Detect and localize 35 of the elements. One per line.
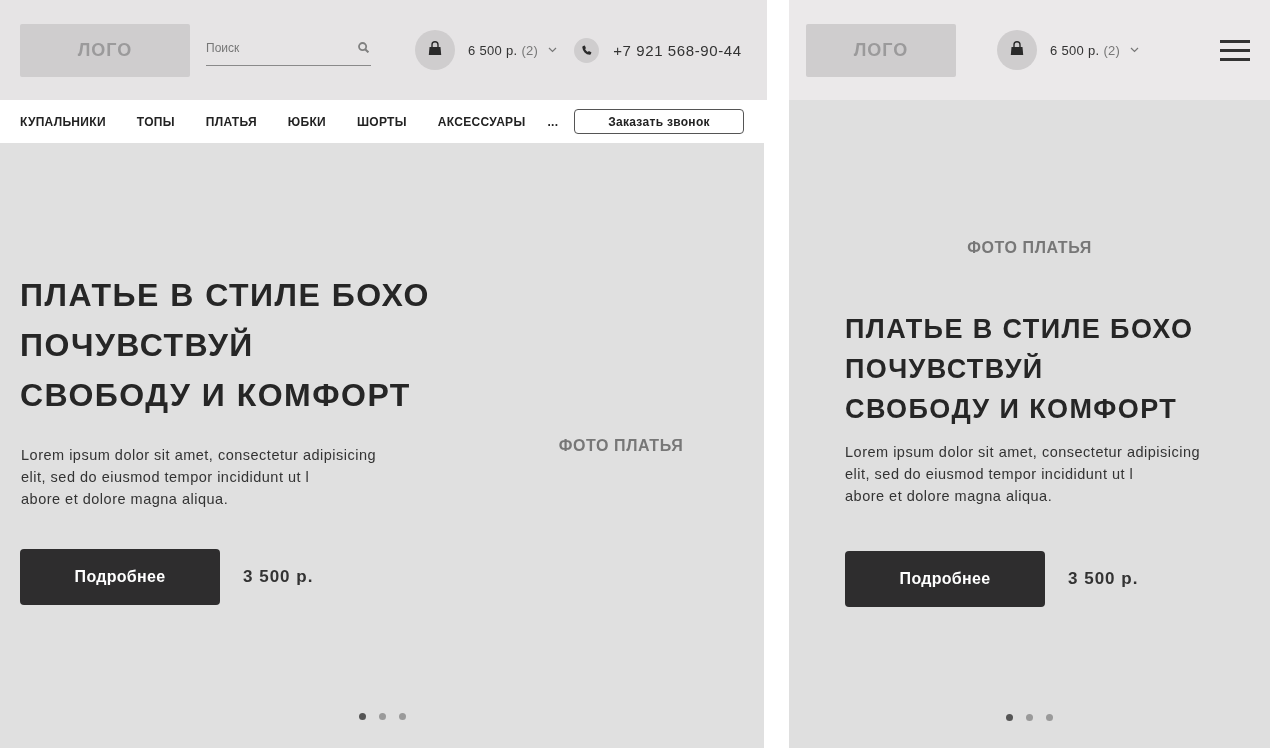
carousel-dot[interactable] xyxy=(1026,714,1033,721)
search-icon[interactable] xyxy=(358,42,369,53)
hero-description: Lorem ipsum dolor sit amet, consectetur adipisicing elit, sed do eiusmod tempor incididunt ut l abore et dolore magna aliqua. xyxy=(845,443,1201,506)
carousel-dot[interactable] xyxy=(358,713,366,720)
phone-icon xyxy=(574,37,600,63)
details-button[interactable]: Подробнее xyxy=(845,551,1045,607)
search-field[interactable]: Поиск xyxy=(206,30,371,66)
hero-title: ПЛАТЬЕ В СТИЛЕ БОХО ПОЧУВСТВУЙ СВОБОДУ И КОМФОРТ xyxy=(20,276,430,415)
price: 3 500 р. xyxy=(243,567,314,587)
callback-button[interactable]: Заказать звонок xyxy=(574,109,744,134)
hero-description: Lorem ipsum dolor sit amet, consectetur adipisicing elit, sed do eiusmod tempor incididunt ut l abore et dolore magna aliqua. xyxy=(20,446,377,509)
nav-link[interactable]: ПЛАТЬЯ xyxy=(205,114,257,129)
chevron-icon xyxy=(548,47,558,53)
phone-number[interactable]: +7 921 568-90-44 xyxy=(613,41,742,59)
cart-button[interactable]: 6 500 р. (2) xyxy=(415,30,558,70)
carousel-dot[interactable] xyxy=(398,713,406,720)
bag-icon xyxy=(997,30,1037,70)
cart-button[interactable]: 6 500 р. (2) xyxy=(997,30,1140,70)
nav-link[interactable]: ШОРТЫ xyxy=(356,114,407,129)
more-link[interactable]: ... xyxy=(547,114,559,129)
nav-link[interactable]: АКСЕССУАРЫ xyxy=(437,114,526,129)
nav-link[interactable]: ЮБКИ xyxy=(287,114,326,129)
photo-label: ФОТО ПЛАТЬЯ xyxy=(558,435,684,456)
nav-link[interactable]: КУПАЛЬНИКИ xyxy=(20,114,106,129)
details-button[interactable]: Подробнее xyxy=(20,549,220,605)
price: 3 500 р. xyxy=(1068,569,1139,589)
bag-icon xyxy=(415,30,455,70)
chevron-icon xyxy=(1130,47,1140,53)
hero-title: ПЛАТЬЕ В СТИЛЕ БОХО ПОЧУВСТВУЙ СВОБОДУ И КОМФОРТ xyxy=(845,313,1194,426)
carousel-dot[interactable] xyxy=(1046,714,1053,721)
carousel-dot[interactable] xyxy=(1006,714,1013,721)
carousel-dot[interactable] xyxy=(378,713,386,720)
menu-icon[interactable] xyxy=(1220,39,1250,61)
nav-link[interactable]: ТОПЫ xyxy=(136,114,175,129)
photo-label: ФОТО ПЛАТЬЯ xyxy=(967,238,1092,258)
